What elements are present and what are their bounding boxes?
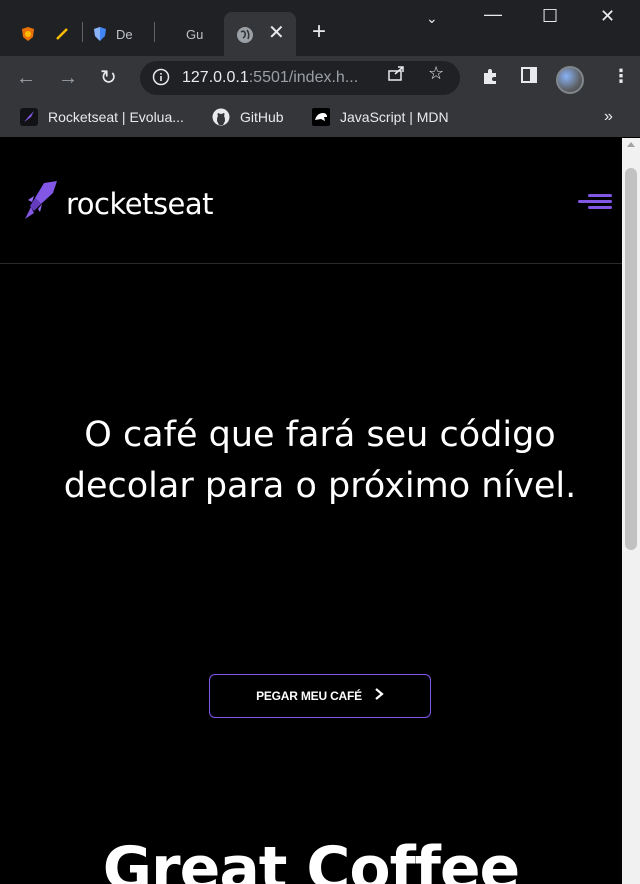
site-header: rocketseat (0, 138, 622, 264)
bookmarks-bar: Rocketseat | Evolua... GitHub JavaScript… (0, 100, 640, 138)
extensions-icon[interactable] (480, 66, 500, 91)
url-host: 127.0.0.1 (182, 69, 249, 86)
shield-orange-icon (20, 26, 36, 42)
chevron-right-icon (374, 687, 384, 706)
tab-2[interactable] (54, 12, 70, 56)
bookmark-mdn[interactable]: JavaScript | MDN (312, 108, 449, 126)
bookmark-label: Rocketseat | Evolua... (48, 109, 184, 125)
globe-icon (236, 26, 254, 49)
minimize-button[interactable]: — (484, 4, 502, 25)
bookmark-label: GitHub (240, 109, 284, 125)
bookmark-github[interactable]: GitHub (212, 108, 284, 126)
info-icon[interactable] (152, 68, 170, 91)
pencil-icon (54, 26, 70, 42)
site-logo[interactable]: rocketseat (22, 180, 214, 227)
forward-button[interactable]: → (58, 66, 78, 90)
tab-search-icon[interactable]: ⌄ (426, 10, 438, 27)
tab-3[interactable]: De (92, 12, 133, 56)
tab-separator (154, 22, 155, 42)
side-panel-icon[interactable] (520, 66, 538, 89)
tab-strip: De Gu ✕ + ⌄ — ☐ ✕ (0, 0, 640, 56)
tab-title: De (116, 26, 133, 42)
window-close-button[interactable]: ✕ (600, 6, 615, 27)
close-tab-icon[interactable]: ✕ (268, 22, 285, 44)
logo-text: rocketseat (66, 186, 214, 221)
back-button[interactable]: ← (16, 66, 36, 90)
shield-blue-icon (92, 26, 108, 42)
address-bar[interactable]: 127.0.0.1:5501/index.h... (140, 61, 460, 95)
share-icon[interactable] (386, 63, 406, 88)
reload-button[interactable]: ↻ (100, 66, 117, 90)
tab-4[interactable]: Gu (186, 12, 203, 56)
cta-label: PEGAR MEU CAFÉ (256, 689, 362, 703)
tab-title: Gu (186, 26, 204, 42)
scrollbar[interactable] (622, 138, 640, 884)
tab-separator (82, 22, 83, 42)
tab-active[interactable]: ✕ (224, 12, 296, 56)
bookmarks-overflow-icon[interactable]: » (604, 108, 613, 126)
hero-title: O café que fará seu código decolar para … (63, 415, 577, 506)
tab-1[interactable] (20, 12, 36, 56)
page-viewport: rocketseat O café que fará seu código de… (0, 138, 640, 884)
hamburger-menu-icon[interactable] (578, 194, 612, 210)
github-icon (212, 108, 230, 126)
rocketseat-icon (20, 108, 38, 126)
bookmark-label: JavaScript | MDN (340, 109, 449, 125)
browser-toolbar: ← → ↻ 127.0.0.1:5501/index.h... ☆ ⋮ (0, 56, 640, 100)
rocket-logo-icon (22, 180, 58, 227)
cta-button[interactable]: PEGAR MEU CAFÉ (209, 674, 431, 718)
profile-avatar[interactable] (556, 66, 584, 94)
new-tab-button[interactable]: + (312, 18, 326, 46)
bookmark-star-icon[interactable]: ☆ (428, 63, 444, 84)
section-title: Great Coffee (102, 834, 520, 884)
maximize-button[interactable]: ☐ (542, 6, 558, 27)
url-text: 127.0.0.1:5501/index.h... (182, 69, 358, 87)
mdn-icon (312, 108, 330, 126)
scroll-up-arrow-icon[interactable] (627, 142, 635, 147)
scrollbar-thumb[interactable] (625, 168, 637, 550)
url-path: :5501/index.h... (248, 69, 359, 86)
menu-kebab-icon[interactable]: ⋮ (612, 66, 630, 87)
bookmark-rocketseat[interactable]: Rocketseat | Evolua... (20, 108, 184, 126)
